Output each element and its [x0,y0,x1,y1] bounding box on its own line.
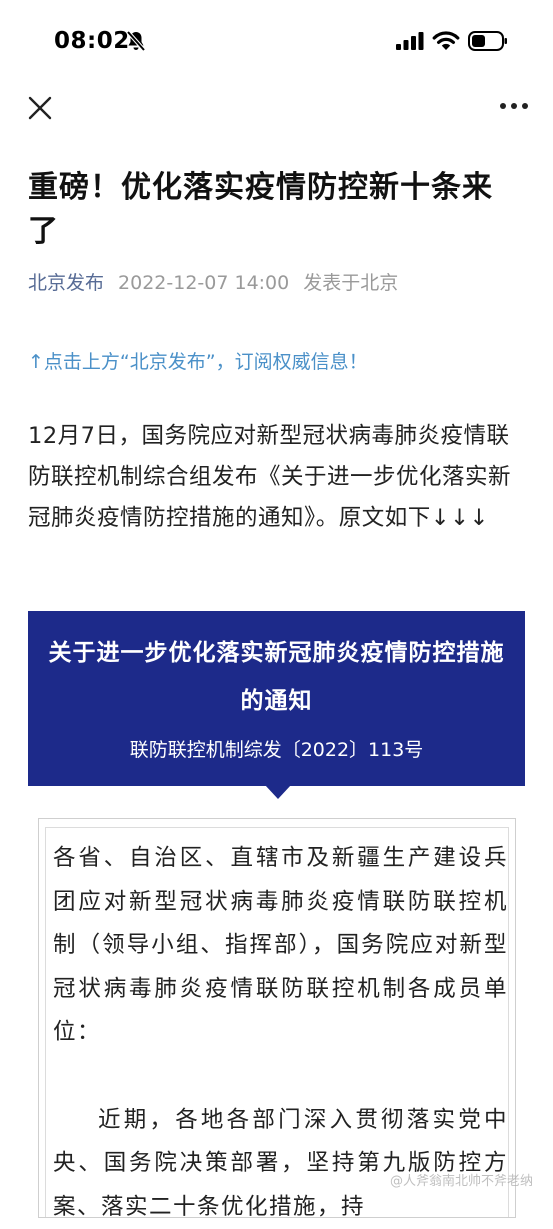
wifi-icon [432,30,460,52]
close-icon[interactable] [26,94,54,122]
document-number: 联防联控机制综发〔2022〕113号 [28,735,525,765]
article-meta: 北京发布 2022-12-07 14:00 发表于北京 [28,268,398,298]
document-addressee: 各省、自治区、直辖市及新疆生产建设兵团应对新型冠状病毒肺炎疫情联防联控机制（领导… [53,837,508,1055]
nav-bar [0,84,553,134]
more-options-icon[interactable] [498,96,530,116]
battery-icon [468,31,508,51]
subscribe-hint-link[interactable]: ↑点击上方“北京发布”，订阅权威信息！ [28,347,368,377]
publish-location: 发表于北京 [303,272,398,294]
status-time: 08:02 [54,28,130,54]
publish-time: 2022-12-07 14:00 [118,272,289,294]
document-banner: 关于进一步优化落实新冠肺炎疫情防控措施的通知 联防联控机制综发〔2022〕113… [28,611,525,786]
cellular-signal-icon [396,32,424,50]
document-title: 关于进一步优化落实新冠肺炎疫情防控措施的通知 [38,629,515,725]
banner-pointer-arrow [265,785,291,799]
document-paragraph: 近期，各地各部门深入贯彻落实党中央、国务院决策部署，坚持第九版防控方案、落实二十… [53,1099,508,1229]
article-title: 重磅！优化落实疫情防控新十条来了 [28,166,523,254]
account-name-link[interactable]: 北京发布 [28,272,104,294]
article-intro: 12月7日，国务院应对新型冠状病毒肺炎疫情联防联控机制综合组发布《关于进一步优化… [28,416,528,539]
status-bar: 08:02 [0,0,553,84]
watermark: @人斧翁南北帅不斧老纳 [390,1170,533,1189]
silent-bell-icon [124,29,148,53]
